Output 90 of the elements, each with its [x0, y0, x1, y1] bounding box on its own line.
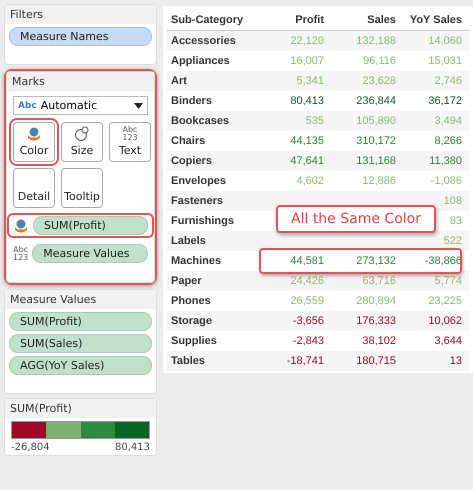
row-header: Envelopes — [170, 175, 226, 187]
abc-icon: Abc — [18, 100, 37, 110]
table-cell-text: 5,341 — [295, 75, 324, 87]
filters-title: Filters — [5, 5, 156, 24]
color-icon — [13, 218, 29, 234]
table-cell-text: 80,413 — [289, 95, 324, 107]
filter-pill[interactable]: Measure Names — [9, 27, 152, 46]
row-header: Furnishings — [170, 215, 234, 227]
table-cell-text: 23,628 — [361, 75, 396, 87]
mark-card-button[interactable]: Detail — [13, 168, 55, 208]
table-cell-text: 3,494 — [433, 115, 462, 127]
measure-pill[interactable]: AGG(YoY Sales) — [9, 356, 152, 375]
table-cell-text: -3,656 — [292, 315, 324, 327]
table-cell-text: 14,060 — [427, 35, 462, 47]
table-cell-text: 11,380 — [428, 155, 462, 167]
callout: All the Same Color — [276, 205, 436, 233]
table-cell-text: 10,062 — [427, 315, 462, 327]
table-cell-text: 176,333 — [355, 315, 396, 327]
row-header: Appliances — [170, 55, 230, 67]
table-cell-text: 273,132 — [355, 255, 396, 267]
field-pill[interactable]: Measure Values — [32, 244, 148, 263]
mark-card-button[interactable]: Abc 123 Text — [109, 122, 151, 162]
row-header: Chairs — [170, 135, 206, 147]
table-cell-text: -18,741 — [286, 355, 324, 367]
row-header: Phones — [170, 295, 211, 307]
table-cell-text: 8,266 — [433, 135, 462, 147]
mark-card-button[interactable]: Size — [61, 122, 103, 162]
row-header: Accessories — [170, 35, 236, 47]
column-header: Profit — [294, 14, 324, 26]
table-cell-text: 44,581 — [289, 255, 324, 267]
row-header: Tables — [170, 355, 206, 367]
column-header: YoY Sales — [408, 14, 462, 26]
row-header: Paper — [170, 275, 202, 287]
row-header: Binders — [170, 95, 212, 107]
table-cell-text: 26,559 — [289, 295, 324, 307]
row-header: Supplies — [170, 335, 217, 347]
table-cell-text: 3,644 — [433, 335, 462, 347]
row-header: Copiers — [170, 155, 212, 167]
field-pill[interactable]: SUM(Profit) — [33, 216, 148, 235]
row-header: Labels — [170, 235, 206, 247]
legend-title: SUM(Profit) — [5, 399, 156, 418]
table-cell-text: -2,843 — [292, 335, 324, 347]
text-icon: Abc 123 — [13, 246, 28, 262]
table-cell-text: 2,746 — [433, 75, 462, 87]
table-cell-text: 132,188 — [355, 35, 396, 47]
measure-pill[interactable]: SUM(Profit) — [9, 312, 152, 331]
table-cell-text: 96,116 — [362, 55, 396, 67]
color-icon — [26, 126, 42, 142]
table-cell-text: 236,844 — [355, 95, 396, 107]
mark-type-dropdown[interactable]: Abc Automatic — [13, 96, 148, 115]
row-header: Bookcases — [170, 115, 230, 127]
table-cell-text: 36,172 — [427, 95, 462, 107]
table-cell-text: 131,168 — [355, 155, 396, 167]
column-header: Sales — [366, 14, 396, 26]
row-header: Storage — [170, 315, 212, 327]
table-cell-text: 12,886 — [361, 175, 396, 187]
table-cell-text: 108 — [442, 195, 462, 207]
text-icon: Abc 123 — [122, 126, 138, 142]
table-cell-text: 310,172 — [355, 135, 396, 147]
table-cell-text: 16,007 — [289, 55, 324, 67]
table-cell-text: 38,102 — [361, 335, 396, 347]
caret-icon — [134, 102, 143, 108]
table-cell-text: 4,602 — [295, 175, 324, 187]
row-header: Art — [170, 75, 187, 87]
table-cell-text: 47,641 — [289, 155, 324, 167]
marks-title: Marks — [7, 72, 154, 91]
table-cell-text: 522 — [442, 235, 462, 247]
table-cell-text: 535 — [304, 115, 324, 127]
measure-pill[interactable]: SUM(Sales) — [9, 334, 152, 353]
mark-card-button[interactable]: Tooltip — [61, 168, 103, 208]
size-icon — [74, 126, 90, 142]
table-cell-text: -1,086 — [430, 175, 462, 187]
measure-values-title: Measure Values — [5, 290, 156, 309]
table-cell-text: 24,426 — [289, 275, 324, 287]
table-cell-text: 15,031 — [427, 55, 462, 67]
table-cell-text: 280,894 — [355, 295, 396, 307]
table-cell-text: 22,120 — [289, 35, 324, 47]
table-cell-text: 23,225 — [427, 295, 462, 307]
row-header: Fasteners — [170, 195, 223, 207]
legend-max: 80,413 — [115, 442, 150, 453]
table-cell-text: 63,716 — [361, 275, 396, 287]
table-cell-text: 44,135 — [289, 135, 324, 147]
table-cell-text: 83 — [448, 215, 462, 227]
table-cell-text: 5,774 — [433, 275, 462, 287]
row-header: Machines — [170, 255, 222, 267]
table-cell-text: 105,890 — [355, 115, 396, 127]
column-header: Sub-Category — [170, 14, 244, 26]
table-cell-text: 13 — [448, 355, 462, 367]
table-cell-text: 180,715 — [355, 355, 396, 367]
legend-min: -26,804 — [11, 442, 50, 453]
